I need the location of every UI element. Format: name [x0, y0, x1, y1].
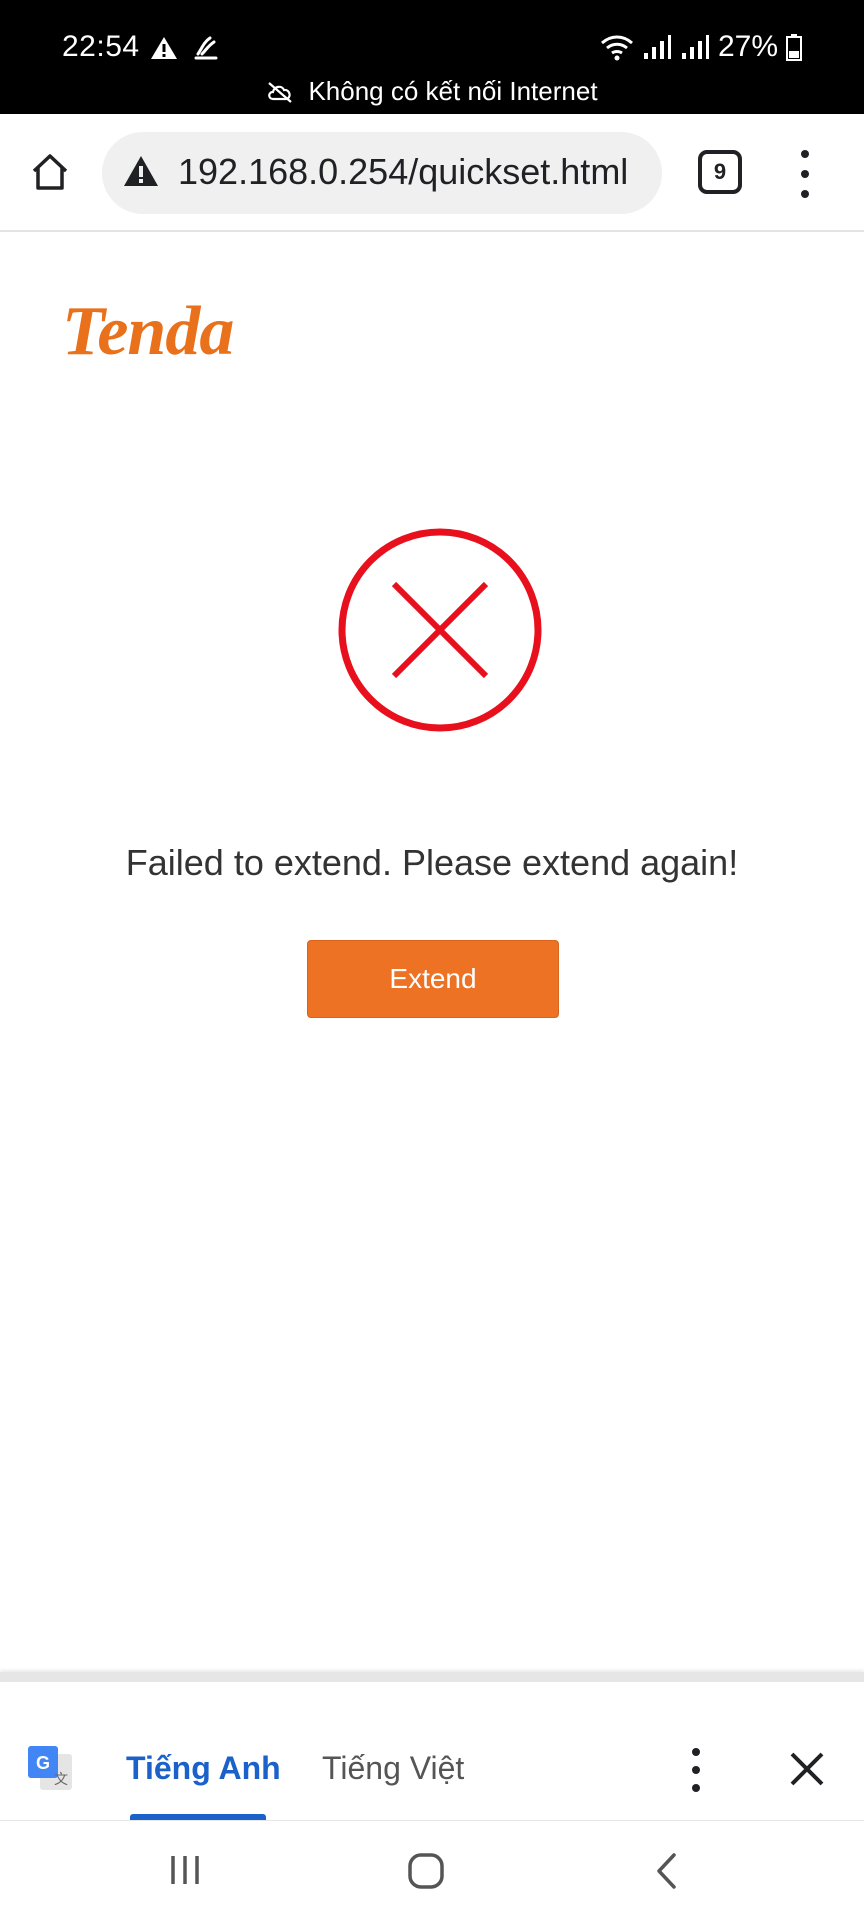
google-translate-icon[interactable]: G 文 — [26, 1744, 74, 1792]
signal-icon — [643, 35, 671, 59]
more-menu-icon[interactable] — [788, 146, 822, 202]
home-button[interactable] — [24, 142, 76, 202]
error-message: Failed to extend. Please extend again! — [125, 842, 739, 883]
battery-icon — [786, 34, 802, 61]
address-bar[interactable]: 192.168.0.254/quickset.html — [102, 132, 662, 214]
recent-apps-icon[interactable] — [168, 1853, 202, 1887]
signal-icon-2 — [681, 35, 709, 59]
status-bar: 22:54 27% Không có kết nối Internet — [0, 0, 864, 114]
tabs-button[interactable]: 9 — [698, 150, 742, 194]
tenda-logo: Tenda — [62, 293, 234, 370]
battery-percent: 27% — [717, 30, 778, 63]
svg-text:G: G — [36, 1753, 50, 1773]
translate-more-menu-icon[interactable] — [684, 1748, 708, 1792]
tab-count: 9 — [713, 159, 727, 184]
tab-target-language[interactable]: Tiếng Việt — [322, 1750, 464, 1787]
system-nav-bar — [0, 1820, 864, 1920]
cloud-off-icon — [268, 81, 293, 103]
tab-source-language[interactable]: Tiếng Anh — [126, 1750, 281, 1787]
status-time: 22:54 — [62, 30, 140, 63]
home-icon — [32, 154, 68, 190]
no-internet-text: Không có kết nối Internet — [308, 76, 598, 106]
notification-icon — [194, 36, 218, 60]
error-x-icon — [338, 528, 542, 732]
no-internet-banner: Không có kết nối Internet — [0, 76, 864, 107]
nav-home-icon[interactable] — [406, 1851, 446, 1891]
warning-icon — [151, 37, 177, 59]
wifi-icon — [600, 35, 633, 61]
url-text[interactable]: 192.168.0.254/quickset.html — [178, 151, 648, 193]
extend-button[interactable]: Extend — [307, 940, 559, 1018]
browser-toolbar: 192.168.0.254/quickset.html 9 — [0, 114, 864, 232]
warning-icon[interactable] — [122, 154, 160, 188]
svg-text:文: 文 — [54, 1772, 68, 1788]
back-icon[interactable] — [650, 1851, 684, 1891]
translate-bar: G 文 Tiếng Anh Tiếng Việt — [0, 1672, 864, 1820]
close-icon[interactable] — [786, 1748, 828, 1790]
screen: 22:54 27% Không có kết nối Internet 192.… — [0, 0, 864, 1920]
